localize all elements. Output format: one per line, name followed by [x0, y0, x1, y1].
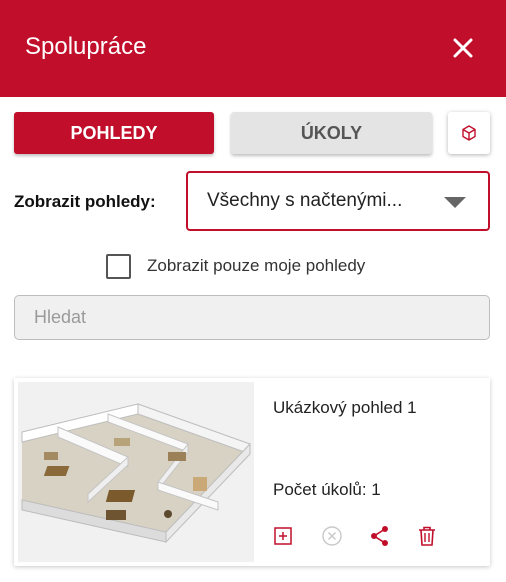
tab-tasks[interactable]: ÚKOLY	[231, 112, 432, 154]
views-filter-select[interactable]: Všechny s načtenými...	[186, 171, 490, 231]
views-filter-value: Všechny s načtenými...	[207, 190, 403, 211]
tab-views[interactable]: POHLEDY	[14, 112, 214, 154]
chevron-down-icon	[444, 197, 466, 208]
views-filter-label: Zobrazit pohledy:	[14, 192, 156, 211]
only-mine-checkbox[interactable]	[106, 254, 131, 279]
search-input[interactable]	[14, 295, 490, 340]
remove-view-button[interactable]	[321, 524, 369, 548]
delete-icon	[419, 526, 435, 546]
add-task-button[interactable]	[273, 524, 321, 548]
3d-view-button[interactable]	[448, 112, 490, 154]
close-button[interactable]	[446, 31, 480, 65]
view-card[interactable]: Ukázkový pohled 1 Počet úkolů: 1	[14, 378, 490, 566]
close-icon	[453, 38, 473, 58]
view-name: Ukázkový pohled 1	[273, 398, 417, 417]
add-task-icon	[274, 527, 292, 545]
delete-view-button[interactable]	[417, 524, 465, 548]
view-task-count: Počet úkolů: 1	[273, 480, 381, 499]
remove-icon	[322, 526, 342, 546]
only-mine-label: Zobrazit pouze moje pohledy	[147, 256, 366, 275]
share-icon	[371, 526, 388, 546]
view-actions	[273, 524, 465, 548]
panel-title: Spolupráce	[25, 33, 147, 60]
panel-header: Spolupráce	[0, 0, 506, 97]
view-thumbnail	[18, 382, 254, 562]
cube-icon	[462, 125, 476, 141]
share-view-button[interactable]	[369, 524, 417, 548]
